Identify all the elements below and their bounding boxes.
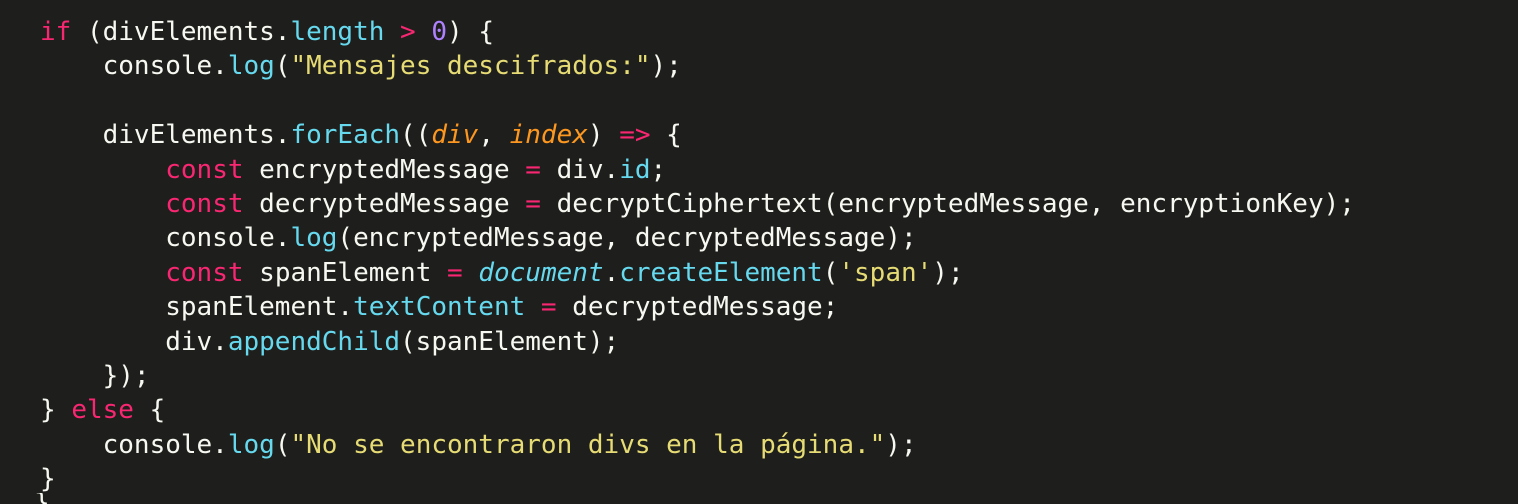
code-token-property: length: [290, 17, 385, 47]
code-line: if (divElements.length > 0) {: [40, 15, 1355, 49]
code-token-storage: =>: [619, 120, 651, 151]
code-token-plain: );: [885, 429, 917, 460]
code-token-plain: (: [274, 429, 291, 460]
code-token-plain: spanElement: [243, 257, 448, 288]
code-line: console.log("No se encontraron divs en l…: [40, 428, 1355, 462]
code-token-plain: decryptedMessage;: [556, 292, 839, 323]
code-token-plain: (encryptedMessage, decryptedMessage);: [337, 223, 917, 254]
code-line: console.log("Mensajes descifrados:");: [40, 49, 1355, 83]
code-token-plain: divElements.: [40, 120, 291, 151]
code-token-property: appendChild: [227, 326, 401, 357]
code-token-operator: =: [447, 257, 463, 288]
code-token-operator: =: [525, 154, 541, 185]
code-line: div.appendChild(spanElement);: [40, 325, 1355, 359]
code-token-plain: ) {: [447, 17, 494, 47]
code-token-string: "No se encontraron divs en la página.": [290, 429, 886, 460]
code-token-param: div: [431, 120, 479, 151]
code-token-plain: .: [603, 257, 620, 288]
code-line: }: [40, 462, 1355, 496]
code-block[interactable]: if (divElements.length > 0) { console.lo…: [40, 15, 1355, 496]
code-line: divElements.forEach((div, index) => {: [40, 118, 1355, 152]
code-token-plain: );: [650, 51, 682, 82]
code-token-string: "Mensajes descifrados:": [290, 51, 651, 82]
code-line: console.log(encryptedMessage, decryptedM…: [40, 221, 1355, 255]
cutoff-brace: }: [34, 493, 50, 504]
code-token-plain: {: [133, 395, 166, 426]
code-token-plain: console.: [40, 51, 228, 82]
code-token-plain: div.: [540, 154, 620, 185]
code-token-plain: console.: [40, 223, 291, 254]
code-token-plain: (: [822, 257, 839, 288]
code-token-plain: {: [650, 120, 682, 151]
code-line: } else {: [40, 393, 1355, 427]
code-token-plain: }: [40, 395, 72, 426]
code-token-param: index: [509, 120, 588, 151]
code-token-plain: console.: [40, 429, 228, 460]
code-token-plain: }: [40, 464, 56, 495]
code-token-storage: const: [165, 257, 244, 288]
code-token-plain: div.: [40, 326, 228, 357]
code-token-plain: );: [932, 257, 964, 288]
code-line: const decryptedMessage = decryptCipherte…: [40, 187, 1355, 221]
code-token-string: 'span': [838, 257, 933, 288]
code-token-property: id: [619, 154, 651, 185]
code-token-storage: const: [165, 154, 244, 185]
code-token-keyword: else: [71, 395, 134, 426]
code-token-plain: decryptedMessage: [243, 188, 526, 219]
code-token-property: forEach: [290, 120, 401, 151]
code-line: });: [40, 359, 1355, 393]
code-token-property: createElement: [619, 257, 823, 288]
code-token-property: textContent: [353, 292, 526, 323]
code-token-plain: spanElement.: [40, 292, 354, 323]
code-token-number: 0: [431, 17, 448, 47]
code-token-plain: ;: [650, 154, 667, 185]
code-token-property: log: [290, 223, 338, 254]
code-token-plain: ,: [478, 120, 510, 151]
code-line: const encryptedMessage = div.id;: [40, 153, 1355, 187]
code-token-storage: const: [165, 188, 244, 219]
code-token-property: log: [227, 429, 275, 460]
code-token-plain: });: [40, 360, 150, 391]
code-editor[interactable]: if (divElements.length > 0) { console.lo…: [0, 0, 1518, 504]
code-token-plain: encryptedMessage: [243, 154, 526, 185]
code-token-operator: >: [400, 17, 416, 47]
code-token-plain: ((: [400, 120, 432, 151]
code-line: spanElement.textContent = decryptedMessa…: [40, 290, 1355, 324]
code-token-plain: (spanElement);: [400, 326, 620, 357]
code-token-operator: =: [540, 292, 557, 323]
code-token-plain: (divElements.: [71, 17, 291, 47]
code-token-keyword: if: [40, 17, 72, 47]
code-token-plain: (: [274, 51, 291, 82]
code-line: const spanElement = document.createEleme…: [40, 256, 1355, 290]
code-token-global: document: [478, 257, 604, 288]
code-token-plain: decryptCiphertext(encryptedMessage, encr…: [540, 188, 1355, 219]
code-token-property: log: [227, 51, 275, 82]
code-token-operator: =: [525, 188, 541, 219]
code-token-plain: ): [587, 120, 620, 151]
